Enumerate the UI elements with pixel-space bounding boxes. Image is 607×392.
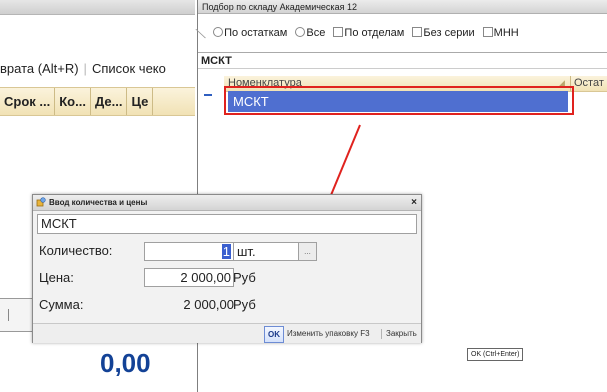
search-input[interactable]: МСКТ	[198, 52, 607, 69]
unit-dropdown-button[interactable]: ...	[298, 242, 317, 261]
return-button[interactable]: врата (Alt+R)	[0, 61, 79, 76]
column-header-stock[interactable]: Остат	[570, 76, 604, 91]
close-button[interactable]: Закрыть	[386, 326, 417, 341]
column-header-de[interactable]: Де...	[91, 88, 128, 115]
ok-tooltip: OK (Ctrl+Enter)	[467, 348, 524, 361]
total-amount: 0,00	[100, 348, 151, 378]
radio-icon	[295, 27, 306, 37]
item-name-field[interactable]: МСКТ	[37, 214, 417, 234]
dialog-button-bar: OK Изменить упаковку F3 Закрыть	[33, 323, 421, 343]
price-field[interactable]: 2 000,00	[144, 268, 234, 287]
filter-by-departments[interactable]: По отделам	[333, 27, 404, 39]
dialog-title: Ввод количества и цены	[49, 198, 148, 207]
column-header-price[interactable]: Це	[127, 88, 154, 115]
sum-value: 2 000,00	[183, 297, 234, 312]
close-icon[interactable]: ×	[411, 195, 417, 210]
dialog-titlebar: Ввод количества и цены ×	[33, 195, 421, 211]
filter-mnn[interactable]: МНН	[482, 27, 519, 39]
button-separator	[381, 329, 382, 339]
filter-no-series[interactable]: Без серии	[412, 27, 475, 39]
toolbar-separator: |	[83, 61, 87, 76]
pencil-icon: ╲	[196, 28, 206, 41]
sum-label: Сумма:	[39, 297, 84, 312]
left-toolbar: врата (Alt+R) | Список чеко	[0, 58, 195, 80]
column-header-term[interactable]: Срок ...	[0, 88, 56, 115]
ok-button[interactable]: OK	[264, 326, 284, 343]
left-input-strip[interactable]	[0, 298, 36, 332]
row-collapse-marker[interactable]	[204, 94, 212, 96]
filter-by-stock[interactable]: По остаткам	[213, 27, 287, 39]
checkbox-icon	[333, 27, 344, 37]
annotation-highlight-box	[224, 86, 574, 115]
selection-window-title: Подбор по складу Академическая 12	[198, 0, 607, 14]
filter-all[interactable]: Все	[295, 27, 325, 39]
price-currency: Руб	[233, 270, 256, 285]
quantity-value: 1	[221, 244, 231, 259]
checkbox-icon	[412, 27, 423, 37]
quantity-field[interactable]: 1	[144, 242, 234, 261]
column-header-quantity[interactable]: Ко...	[55, 88, 91, 115]
dialog-app-icon	[36, 197, 46, 207]
quantity-price-dialog: Ввод количества и цены × МСКТ Количество…	[32, 194, 422, 343]
left-window-titlebar	[0, 0, 195, 15]
strip-divider	[8, 309, 9, 321]
price-label: Цена:	[39, 270, 74, 285]
checkbox-icon	[482, 27, 493, 37]
left-grid-header: Срок ... Ко... Де... Це	[0, 87, 195, 116]
radio-icon	[213, 27, 224, 37]
filter-bar: ╲ По остаткам Все По отделам Без серии М…	[196, 24, 607, 42]
quantity-label: Количество:	[39, 243, 113, 258]
check-list-button[interactable]: Список чеко	[92, 61, 166, 76]
unit-select[interactable]: шт.	[233, 242, 308, 261]
change-package-button[interactable]: Изменить упаковку F3	[287, 326, 370, 341]
sum-currency: Руб	[233, 297, 256, 312]
